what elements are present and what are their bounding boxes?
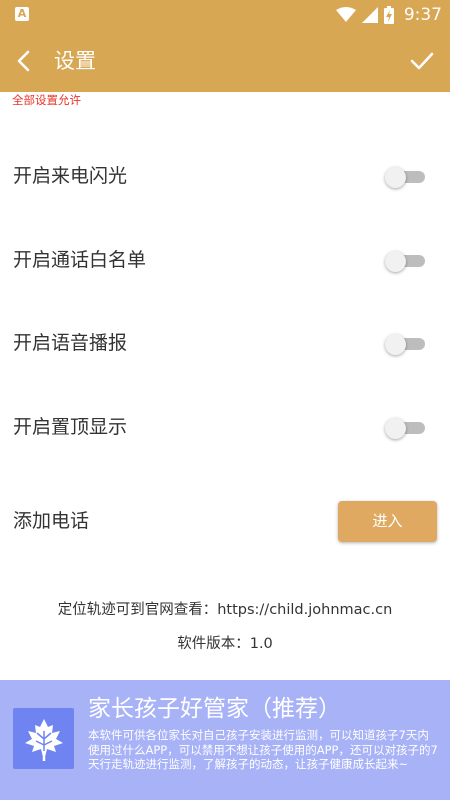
check-icon bbox=[410, 52, 434, 70]
setting-row-pin-on-top: 开启置顶显示 bbox=[0, 402, 450, 452]
signal-icon bbox=[361, 7, 378, 23]
incoming-call-flash-toggle[interactable] bbox=[385, 166, 425, 188]
wifi-icon bbox=[335, 7, 356, 22]
setting-row-incoming-call-flash: 开启来电闪光 bbox=[0, 151, 450, 201]
toggle-thumb bbox=[385, 251, 406, 272]
battery-charging-icon bbox=[383, 6, 394, 24]
app-logo bbox=[13, 708, 74, 769]
page-title: 设置 bbox=[54, 49, 96, 73]
app-notification-icon: A bbox=[15, 7, 29, 21]
setting-row-voice-broadcast: 开启语音播报 bbox=[0, 318, 450, 368]
app-bar: 设置 bbox=[0, 30, 450, 92]
back-button[interactable] bbox=[6, 43, 42, 79]
voice-broadcast-toggle[interactable] bbox=[385, 333, 425, 355]
status-bar: A 9:37 bbox=[0, 0, 450, 30]
status-time: 9:37 bbox=[403, 5, 442, 25]
banner-description: 本软件可供各位家长对自己孩子安装进行监测，可以知道孩子7天内使用过什么APP，可… bbox=[88, 728, 438, 771]
setting-label: 开启语音播报 bbox=[13, 332, 128, 354]
add-phone-label: 添加电话 bbox=[13, 510, 90, 532]
maple-leaf-icon bbox=[24, 718, 63, 761]
enter-button[interactable]: 进入 bbox=[338, 501, 437, 542]
version-info: 软件版本：1.0 bbox=[177, 636, 273, 652]
confirm-button[interactable] bbox=[404, 43, 440, 79]
setting-label: 开启通话白名单 bbox=[13, 249, 147, 271]
website-info: 定位轨迹可到官网查看：https://child.johnmac.cn bbox=[57, 602, 393, 618]
setting-label: 开启来电闪光 bbox=[13, 165, 128, 187]
chevron-left-icon bbox=[17, 50, 30, 72]
status-icons: 9:37 bbox=[335, 0, 442, 30]
toggle-thumb bbox=[385, 418, 406, 439]
pin-on-top-toggle[interactable] bbox=[385, 417, 425, 439]
toggle-thumb bbox=[385, 334, 406, 355]
setting-label: 开启置顶显示 bbox=[13, 416, 128, 438]
promo-banner[interactable]: 家长孩子好管家（推荐） 本软件可供各位家长对自己孩子安装进行监测，可以知道孩子7… bbox=[0, 680, 450, 800]
setting-row-call-whitelist: 开启通话白名单 bbox=[0, 235, 450, 285]
toggle-thumb bbox=[385, 167, 406, 188]
banner-title: 家长孩子好管家（推荐） bbox=[88, 696, 341, 722]
all-settings-allowed-notice: 全部设置允许 bbox=[12, 93, 81, 107]
call-whitelist-toggle[interactable] bbox=[385, 250, 425, 272]
